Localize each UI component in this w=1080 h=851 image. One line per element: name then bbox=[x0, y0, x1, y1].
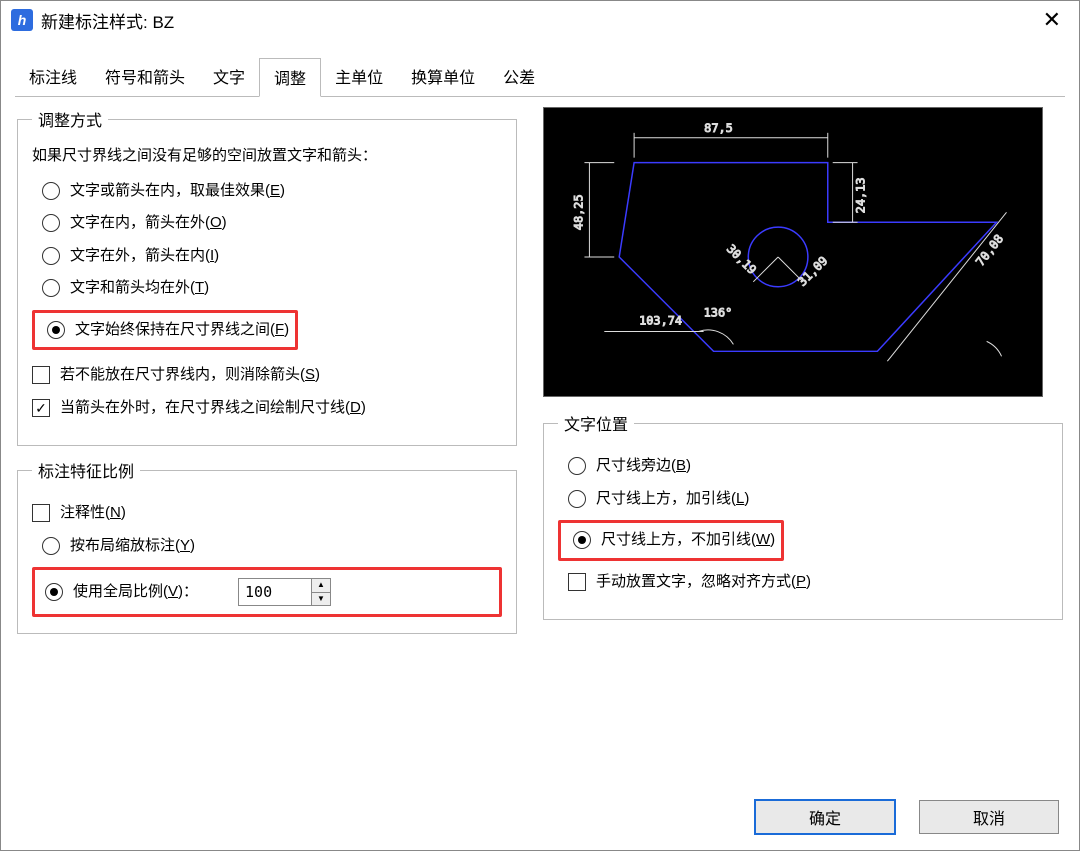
group-text-pos: 文字位置 尺寸线旁边(B) 尺寸线上方，加引线(L) 尺寸线上方，不加引线(W) bbox=[543, 411, 1063, 620]
opt-best-fit[interactable]: 文字或箭头在内，取最佳效果(E) bbox=[42, 180, 502, 203]
dim-angle: 136° bbox=[704, 306, 733, 320]
group-fit-method: 调整方式 如果尺寸界线之间没有足够的空间放置文字和箭头： 文字或箭头在内，取最佳… bbox=[17, 107, 517, 446]
titlebar: h 新建标注样式: BZ ✕ bbox=[1, 1, 1079, 39]
opt-keep-between[interactable]: 文字始终保持在尺寸界线之间(F) bbox=[47, 319, 289, 342]
tab-bar: 标注线 符号和箭头 文字 调整 主单位 换算单位 公差 bbox=[15, 57, 1065, 97]
highlight-keep-between: 文字始终保持在尺寸界线之间(F) bbox=[32, 310, 298, 351]
tab-tolerance[interactable]: 公差 bbox=[489, 58, 549, 97]
opt-both-out[interactable]: 文字和箭头均在外(T) bbox=[42, 277, 502, 300]
radio-icon bbox=[42, 182, 60, 200]
radio-icon bbox=[47, 321, 65, 339]
fit-intro: 如果尺寸界线之间没有足够的空间放置文字和箭头： bbox=[32, 145, 502, 168]
group-scale-legend: 标注特征比例 bbox=[32, 458, 140, 482]
spinner-buttons[interactable]: ▲ ▼ bbox=[311, 579, 330, 605]
chk-manual-place[interactable]: ✓ 手动放置文字，忽略对齐方式(P) bbox=[568, 571, 1048, 594]
tab-symbols[interactable]: 符号和箭头 bbox=[91, 58, 199, 97]
checkbox-icon: ✓ bbox=[32, 399, 50, 417]
radio-icon bbox=[42, 537, 60, 555]
radio-icon bbox=[42, 214, 60, 232]
spin-up-icon[interactable]: ▲ bbox=[312, 579, 330, 593]
dialog-window: h 新建标注样式: BZ ✕ 标注线 符号和箭头 文字 调整 主单位 换算单位 … bbox=[0, 0, 1080, 851]
highlight-above-no-leader: 尺寸线上方，不加引线(W) bbox=[558, 520, 784, 561]
opt-by-layout[interactable]: 按布局缩放标注(Y) bbox=[42, 535, 502, 558]
highlight-global-scale: 使用全局比例(V)： ▲ ▼ bbox=[32, 567, 502, 617]
chk-draw-dim-line[interactable]: ✓ 当箭头在外时，在尺寸界线之间绘制尺寸线(D) bbox=[32, 397, 502, 420]
tab-alternate[interactable]: 换算单位 bbox=[397, 58, 489, 97]
spin-down-icon[interactable]: ▼ bbox=[312, 593, 330, 606]
group-scale: 标注特征比例 ✓ 注释性(N) 按布局缩放标注(Y) 使用全局比例 bbox=[17, 458, 517, 634]
radio-icon bbox=[568, 490, 586, 508]
opt-global-scale[interactable]: 使用全局比例(V)： bbox=[45, 581, 198, 604]
dim-right-v: 24,13 bbox=[854, 177, 868, 213]
global-scale-input[interactable] bbox=[239, 579, 311, 605]
dialog-buttons: 确定 取消 bbox=[755, 800, 1059, 834]
tab-primary[interactable]: 主单位 bbox=[321, 58, 397, 97]
checkbox-icon: ✓ bbox=[32, 504, 50, 522]
group-fit-legend: 调整方式 bbox=[32, 107, 108, 131]
dim-bottom: 103,74 bbox=[639, 313, 682, 327]
dim-top: 87,5 bbox=[704, 121, 733, 135]
dim-left: 48,25 bbox=[571, 194, 585, 230]
radio-icon bbox=[45, 583, 63, 601]
app-icon: h bbox=[11, 9, 33, 31]
opt-beside[interactable]: 尺寸线旁边(B) bbox=[568, 455, 1048, 478]
opt-text-out[interactable]: 文字在外，箭头在内(I) bbox=[42, 245, 502, 268]
radio-icon bbox=[568, 457, 586, 475]
dim-circ-a: 30,19 bbox=[724, 242, 759, 277]
chk-annotative[interactable]: ✓ 注释性(N) bbox=[32, 502, 502, 525]
radio-icon bbox=[42, 279, 60, 297]
radio-icon bbox=[573, 531, 591, 549]
global-scale-spinner[interactable]: ▲ ▼ bbox=[238, 578, 331, 606]
opt-above-leader[interactable]: 尺寸线上方，加引线(L) bbox=[568, 488, 1048, 511]
window-title: 新建标注样式: BZ bbox=[41, 8, 1035, 33]
preview-pane: 87,5 48,25 24,13 70,08 103,74 bbox=[543, 107, 1043, 397]
radio-icon bbox=[42, 247, 60, 265]
dim-circ-b: 31,09 bbox=[795, 254, 830, 289]
ok-button[interactable]: 确定 bbox=[755, 800, 895, 834]
checkbox-icon: ✓ bbox=[32, 366, 50, 384]
cancel-button[interactable]: 取消 bbox=[919, 800, 1059, 834]
tab-dim-lines[interactable]: 标注线 bbox=[15, 58, 91, 97]
chk-suppress-arrows[interactable]: ✓ 若不能放在尺寸界线内，则消除箭头(S) bbox=[32, 364, 502, 387]
dim-diag: 70,08 bbox=[973, 232, 1006, 269]
opt-text-in[interactable]: 文字在内，箭头在外(O) bbox=[42, 212, 502, 235]
checkbox-icon: ✓ bbox=[568, 573, 586, 591]
group-text-pos-legend: 文字位置 bbox=[558, 411, 634, 435]
opt-above-no-leader[interactable]: 尺寸线上方，不加引线(W) bbox=[573, 529, 775, 552]
close-button[interactable]: ✕ bbox=[1035, 7, 1069, 33]
tab-fit[interactable]: 调整 bbox=[259, 58, 321, 97]
tab-text[interactable]: 文字 bbox=[199, 58, 259, 97]
